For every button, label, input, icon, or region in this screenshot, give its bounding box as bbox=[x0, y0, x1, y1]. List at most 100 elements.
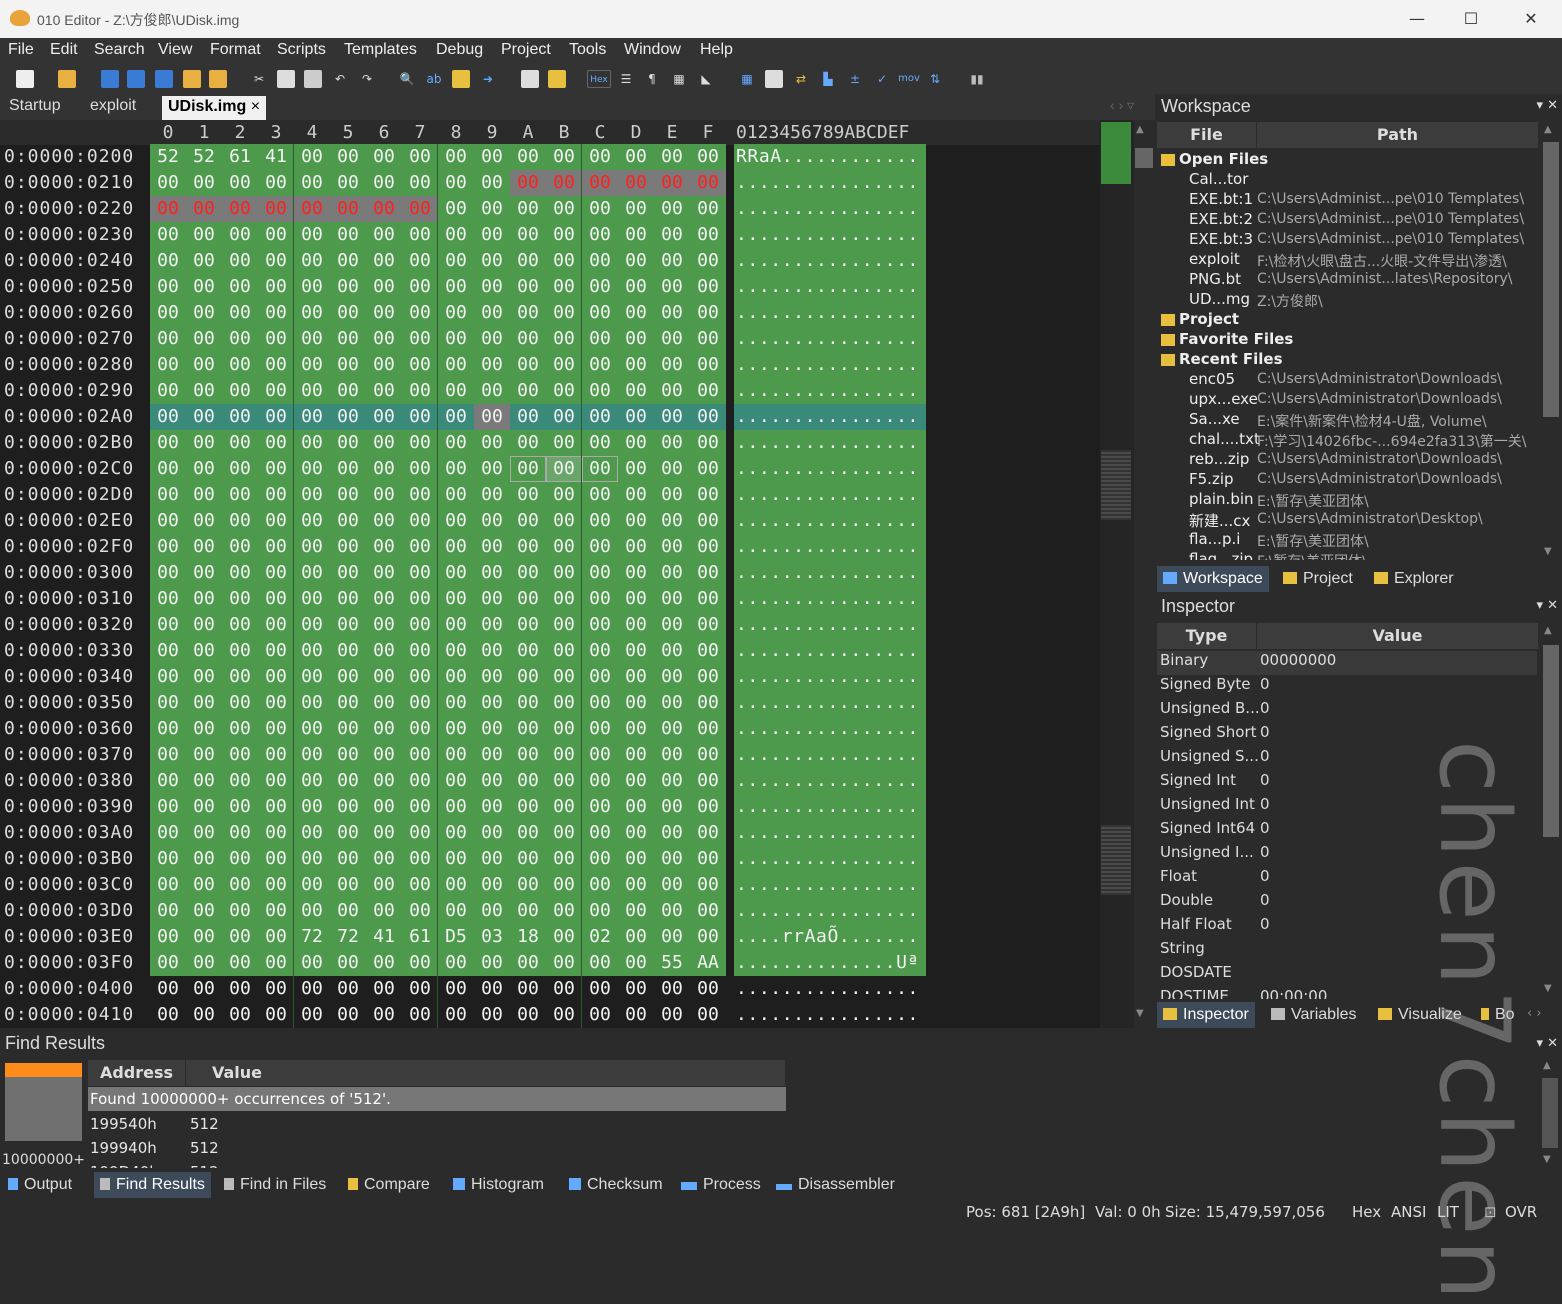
hex-byte[interactable]: 00 bbox=[330, 560, 366, 586]
hex-byte[interactable]: 00 bbox=[618, 716, 654, 742]
ascii-text[interactable]: ................ bbox=[736, 456, 919, 482]
hex-byte[interactable]: 00 bbox=[150, 352, 186, 378]
hex-byte[interactable]: D5 bbox=[438, 924, 474, 950]
hex-byte[interactable]: 00 bbox=[330, 352, 366, 378]
hex-byte[interactable]: 00 bbox=[582, 352, 618, 378]
hex-byte[interactable]: 00 bbox=[438, 664, 474, 690]
col-address[interactable]: Address bbox=[88, 1060, 186, 1086]
hex-byte[interactable]: 00 bbox=[294, 846, 330, 872]
hex-byte[interactable]: 00 bbox=[654, 612, 690, 638]
hex-byte[interactable]: 00 bbox=[366, 820, 402, 846]
hex-byte[interactable]: 00 bbox=[258, 352, 294, 378]
hex-byte[interactable]: 00 bbox=[366, 326, 402, 352]
hex-byte[interactable]: 00 bbox=[330, 638, 366, 664]
hex-byte[interactable]: 00 bbox=[330, 274, 366, 300]
find-scroll-thumb[interactable] bbox=[1542, 1078, 1558, 1148]
hex-byte[interactable]: 00 bbox=[582, 534, 618, 560]
hex-byte[interactable]: 00 bbox=[330, 170, 366, 196]
hex-byte[interactable]: 00 bbox=[438, 716, 474, 742]
workspace-file-item[interactable]: reb...zip C:\Users\Administrator\Download… bbox=[1157, 450, 1537, 470]
hex-byte[interactable]: 00 bbox=[258, 300, 294, 326]
hex-byte[interactable]: 00 bbox=[150, 586, 186, 612]
hex-byte[interactable]: 00 bbox=[222, 378, 258, 404]
save-all-icon[interactable] bbox=[155, 70, 173, 88]
hex-byte[interactable]: 00 bbox=[402, 1002, 438, 1028]
hex-byte[interactable]: 00 bbox=[690, 586, 726, 612]
hex-byte[interactable]: 00 bbox=[222, 352, 258, 378]
hex-byte[interactable]: 00 bbox=[294, 898, 330, 924]
hex-byte[interactable]: 00 bbox=[474, 222, 510, 248]
hex-byte[interactable]: 00 bbox=[546, 820, 582, 846]
hex-byte[interactable]: 00 bbox=[510, 534, 546, 560]
hex-byte[interactable]: 00 bbox=[222, 586, 258, 612]
hex-byte[interactable]: 52 bbox=[186, 144, 222, 170]
hex-byte[interactable]: 00 bbox=[294, 950, 330, 976]
tab-explorer[interactable]: Explorer bbox=[1374, 570, 1454, 588]
hex-byte[interactable]: 00 bbox=[330, 768, 366, 794]
hex-byte[interactable]: 00 bbox=[510, 196, 546, 222]
hex-byte[interactable]: 00 bbox=[690, 612, 726, 638]
ascii-text[interactable]: ................ bbox=[736, 196, 919, 222]
hex-byte[interactable]: 00 bbox=[330, 508, 366, 534]
hex-byte[interactable]: 00 bbox=[150, 170, 186, 196]
hex-byte[interactable]: 00 bbox=[438, 690, 474, 716]
hex-byte[interactable]: 00 bbox=[582, 196, 618, 222]
hex-byte[interactable]: 00 bbox=[690, 196, 726, 222]
hex-byte[interactable]: 00 bbox=[366, 846, 402, 872]
hex-byte[interactable]: 00 bbox=[654, 872, 690, 898]
hex-byte[interactable]: 00 bbox=[582, 638, 618, 664]
hex-byte[interactable]: 72 bbox=[330, 924, 366, 950]
hex-byte[interactable]: 00 bbox=[330, 326, 366, 352]
hex-byte[interactable]: 00 bbox=[618, 872, 654, 898]
hex-byte[interactable]: 00 bbox=[330, 404, 366, 430]
hex-byte[interactable]: 00 bbox=[510, 664, 546, 690]
tab-exploit[interactable]: exploit bbox=[90, 97, 136, 115]
hex-byte[interactable]: 00 bbox=[510, 716, 546, 742]
hex-byte[interactable]: 00 bbox=[150, 456, 186, 482]
hex-byte[interactable]: 00 bbox=[690, 352, 726, 378]
hex-byte[interactable]: 00 bbox=[690, 560, 726, 586]
hex-byte[interactable]: 00 bbox=[258, 794, 294, 820]
hex-byte[interactable]: 00 bbox=[546, 144, 582, 170]
hex-byte[interactable]: 00 bbox=[546, 898, 582, 924]
hex-byte[interactable]: 00 bbox=[330, 144, 366, 170]
hex-byte[interactable]: 00 bbox=[582, 170, 618, 196]
ascii-text[interactable]: ................ bbox=[736, 1002, 919, 1028]
hex-byte[interactable]: 00 bbox=[474, 456, 510, 482]
hex-byte[interactable]: 00 bbox=[186, 508, 222, 534]
hex-byte[interactable]: 00 bbox=[438, 222, 474, 248]
hex-byte[interactable]: 00 bbox=[294, 222, 330, 248]
ascii-text[interactable]: ................ bbox=[736, 300, 919, 326]
hex-byte[interactable]: 41 bbox=[366, 924, 402, 950]
ascii-text[interactable]: ................ bbox=[736, 638, 919, 664]
hex-byte[interactable]: 00 bbox=[186, 248, 222, 274]
hex-byte[interactable]: 00 bbox=[690, 248, 726, 274]
ascii-text[interactable]: ................ bbox=[736, 326, 919, 352]
hex-byte[interactable]: 00 bbox=[258, 378, 294, 404]
workspace-file-item[interactable]: exploit F:\检材\火眼\盘古...火眼-文件导出\渗透\ bbox=[1157, 250, 1537, 270]
hex-byte[interactable]: 00 bbox=[654, 248, 690, 274]
workspace-file-item[interactable]: Cal...tor bbox=[1157, 170, 1537, 190]
find-in-files-icon[interactable] bbox=[452, 70, 470, 88]
hex-byte[interactable]: 00 bbox=[654, 976, 690, 1002]
hex-byte[interactable]: 00 bbox=[294, 690, 330, 716]
hex-byte[interactable]: 00 bbox=[330, 742, 366, 768]
menu-scripts[interactable]: Scripts bbox=[277, 41, 326, 59]
hex-byte[interactable]: 00 bbox=[510, 820, 546, 846]
inspector-value[interactable]: 0 bbox=[1260, 747, 1270, 765]
hex-byte[interactable]: 00 bbox=[510, 248, 546, 274]
hex-byte[interactable]: 00 bbox=[618, 976, 654, 1002]
hex-byte[interactable]: 00 bbox=[222, 222, 258, 248]
hex-byte[interactable]: 00 bbox=[402, 716, 438, 742]
hex-byte[interactable]: 00 bbox=[186, 612, 222, 638]
hex-mode-icon[interactable] bbox=[548, 70, 566, 88]
hex-byte[interactable]: 00 bbox=[366, 664, 402, 690]
inspector-value[interactable]: 0 bbox=[1260, 771, 1270, 789]
hex-byte[interactable]: 00 bbox=[330, 872, 366, 898]
col-file[interactable]: File bbox=[1157, 122, 1257, 148]
hex-byte[interactable]: 00 bbox=[150, 612, 186, 638]
hex-byte[interactable]: 00 bbox=[654, 456, 690, 482]
hex-byte[interactable]: 00 bbox=[582, 690, 618, 716]
hex-byte[interactable]: 00 bbox=[402, 950, 438, 976]
inspector-value[interactable]: 0 bbox=[1260, 723, 1270, 741]
